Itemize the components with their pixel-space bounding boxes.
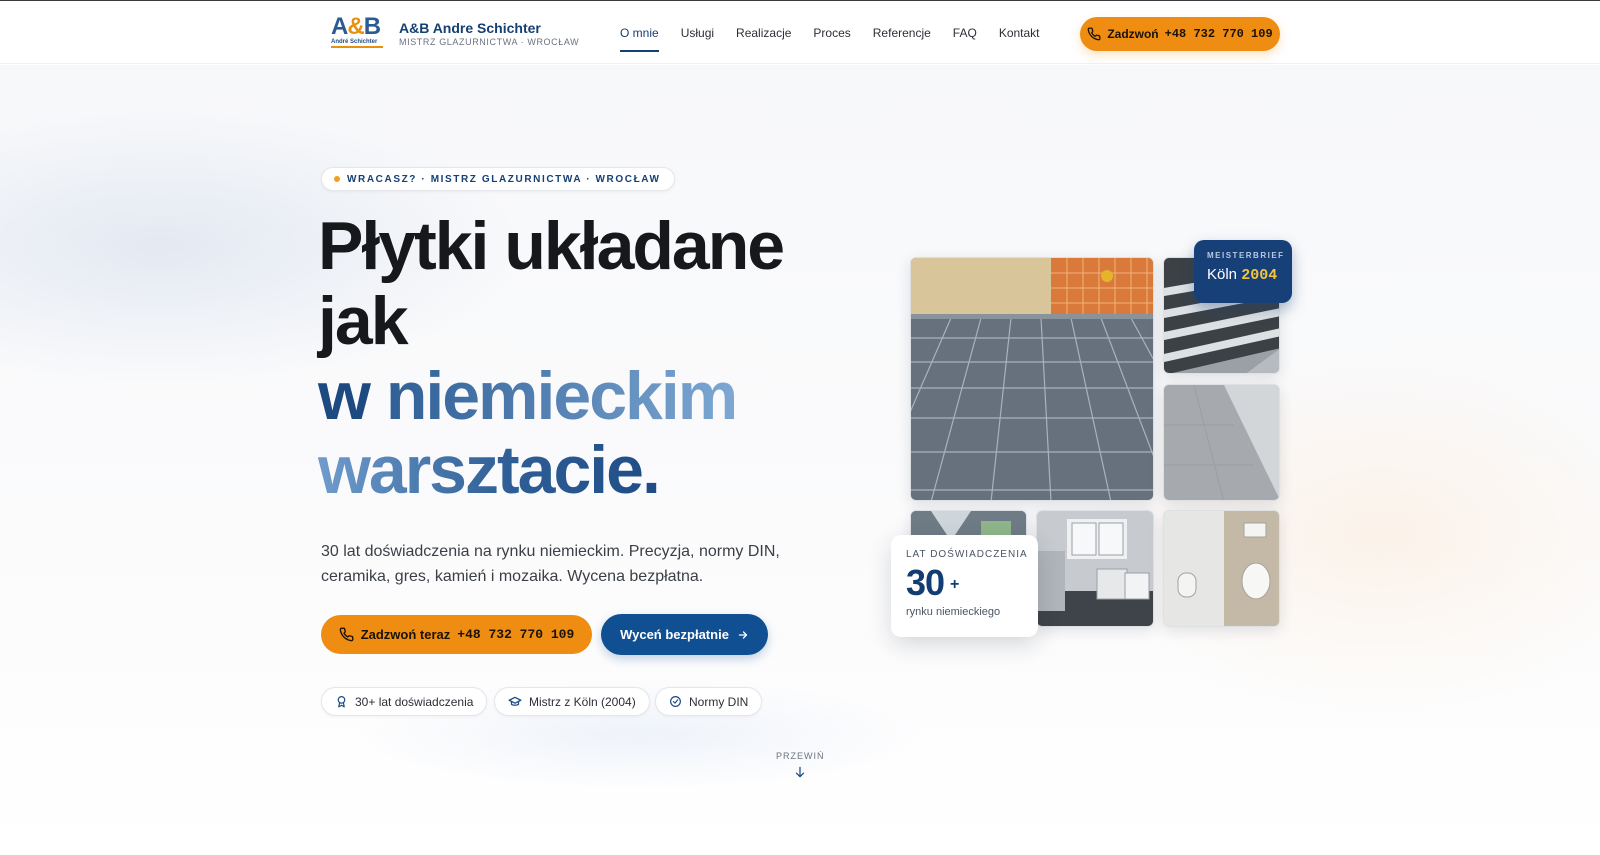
chip-master-label: Mistrz z Köln (2004) (529, 694, 636, 709)
meisterbrief-year: 2004 (1241, 267, 1278, 284)
experience-card: LAT DOŚWIADCZENIA 30 + rynku niemieckiego (891, 535, 1038, 637)
nav-item-referencje[interactable]: Referencje (873, 26, 931, 46)
headline-line-1: Płytki układane (318, 208, 785, 284)
chip-master: Mistrz z Köln (2004) (494, 687, 650, 716)
call-now-button[interactable]: Zadzwoń teraz +48 732 770 109 (321, 615, 592, 654)
hero-lead: 30 lat doświadczenia na rynku niemieckim… (321, 543, 780, 585)
chip-experience-label: 30+ lat doświadczenia (355, 694, 474, 709)
meisterbrief-value: Köln 2004 (1207, 266, 1292, 284)
meisterbrief-label: MEISTERBRIEF (1207, 251, 1285, 260)
status-dot (334, 176, 340, 182)
hero-section: WRACASZ? · MISTRZ GLAZURNICTWA · WROCŁAW… (0, 65, 1600, 855)
headline-word-warsztacie: warsztacie. (318, 432, 661, 508)
main-nav: O mnie Usługi Realizacje Proces Referenc… (620, 26, 1062, 52)
header-call-label: Zadzwoń (1107, 27, 1159, 41)
logo-underline (331, 46, 383, 48)
gallery-photo-toilet[interactable] (1163, 510, 1280, 627)
call-now-label: Zadzwoń teraz (360, 627, 451, 642)
nav-item-kontakt[interactable]: Kontakt (999, 26, 1040, 46)
nav-item-uslugi[interactable]: Usługi (681, 26, 714, 46)
experience-sub: rynku niemieckiego (906, 606, 1001, 618)
brand-tagline: MISTRZ GLAZURNICTWA · WROCŁAW (399, 37, 580, 47)
eyebrow-badge: WRACASZ? · MISTRZ GLAZURNICTWA · WROCŁAW (321, 167, 675, 191)
scroll-hint[interactable]: PRZEWIŃ (776, 751, 824, 761)
nav-item-faq[interactable]: FAQ (953, 26, 977, 46)
headline-word-niemieckim: niemieckim (385, 358, 738, 434)
site-header: A&B André Schichter A&B Andre Schichter … (0, 1, 1600, 64)
header-call-phone: +48 732 770 109 (1164, 27, 1273, 41)
nav-item-proces[interactable]: Proces (813, 26, 850, 46)
arrow-right-icon (738, 630, 748, 639)
header-call-button[interactable]: Zadzwoń +48 732 770 109 (1080, 17, 1280, 51)
phone-icon (1087, 27, 1101, 41)
meisterbrief-badge: MEISTERBRIEF Köln 2004 (1194, 240, 1292, 303)
free-quote-button[interactable]: Wyceń bezpłatnie (601, 614, 768, 655)
gallery-photo-floor-tiles[interactable] (910, 257, 1154, 501)
headline-word-w: w (318, 358, 371, 434)
logo[interactable]: A&B André Schichter (331, 13, 383, 49)
phone-icon (339, 627, 354, 642)
logo-subtext: André Schichter (331, 39, 378, 45)
call-now-phone: +48 732 770 109 (457, 627, 575, 642)
experience-number: 30 (906, 562, 945, 603)
logo-letters: A&B (331, 13, 381, 40)
graduation-cap-icon (508, 696, 522, 706)
award-icon (337, 696, 346, 708)
gallery-photo-wall-corner[interactable] (1163, 384, 1280, 501)
gallery-photo-bathroom-2[interactable] (1036, 510, 1154, 627)
headline-line-3: w niemieckim (318, 358, 738, 434)
chip-din-label: Normy DIN (689, 694, 749, 709)
experience-value: 30 + (906, 564, 1038, 604)
brand-name[interactable]: A&B Andre Schichter (399, 20, 541, 36)
nav-item-o-mnie[interactable]: O mnie (620, 26, 659, 52)
headline-line-4: warsztacie. (318, 432, 661, 508)
experience-suffix: + (950, 576, 959, 593)
free-quote-label: Wyceń bezpłatnie (620, 627, 729, 642)
eyebrow-text: WRACASZ? · MISTRZ GLAZURNICTWA · WROCŁAW (347, 173, 661, 185)
meisterbrief-city: Köln (1207, 266, 1238, 283)
arrow-down-icon[interactable] (793, 765, 807, 779)
chip-experience: 30+ lat doświadczenia (321, 687, 488, 716)
headline-line-2: jak (318, 283, 409, 359)
experience-label: LAT DOŚWIADCZENIA (906, 549, 1028, 560)
check-circle-icon (670, 696, 681, 707)
chip-din: Normy DIN (655, 687, 763, 716)
nav-item-realizacje[interactable]: Realizacje (736, 26, 791, 46)
